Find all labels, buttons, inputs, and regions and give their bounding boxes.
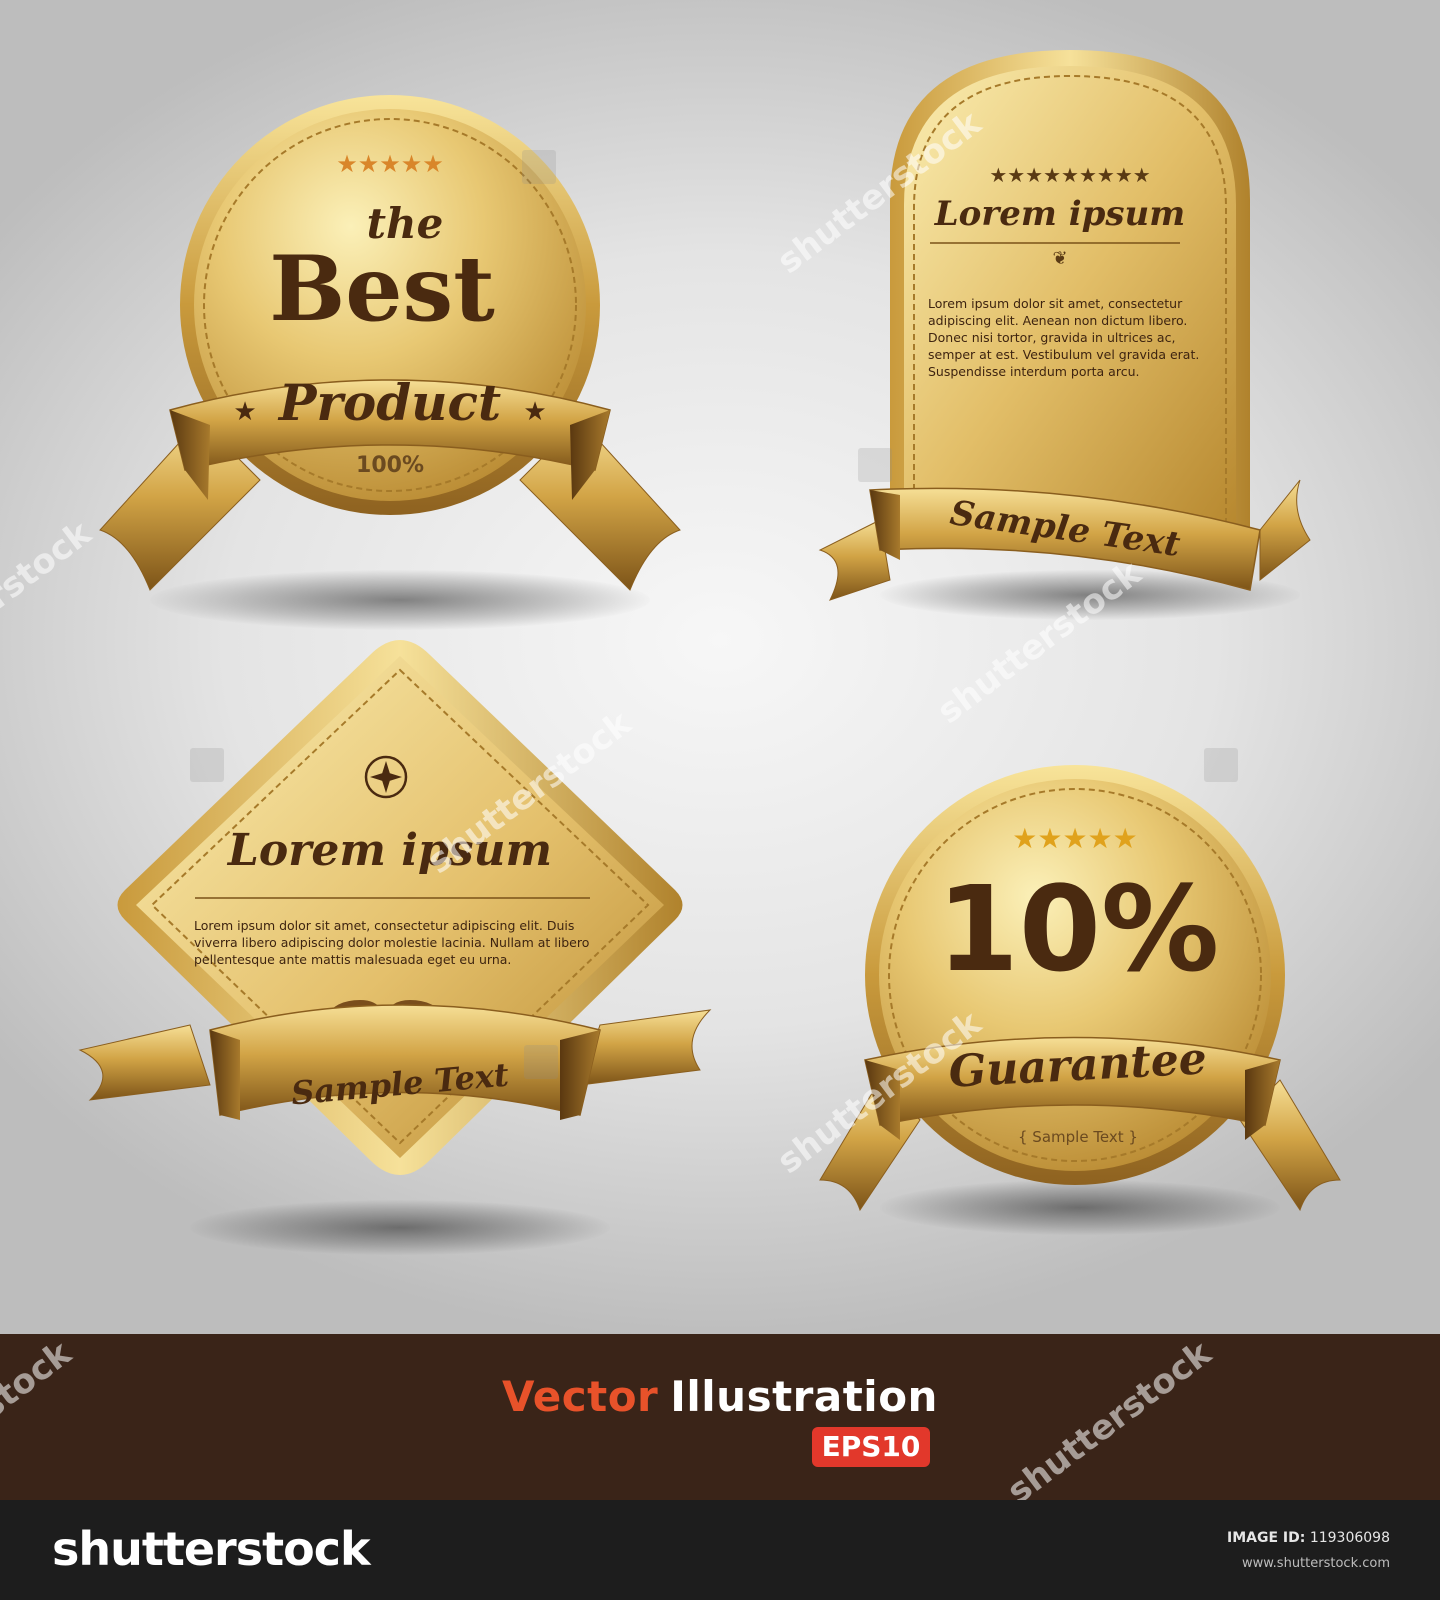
footer-title-word2: Illustration	[670, 1372, 938, 1421]
badge-diamond-body-1: Lorem ipsum dolor sit amet, consectetur …	[194, 918, 574, 933]
badge-guarantee-caption: { Sample Text }	[1018, 1128, 1138, 1146]
badge-arch-title: Lorem ipsum	[934, 194, 1185, 234]
badge-diamond-body-3: pellentesque ante mattis malesuada eget …	[194, 952, 511, 967]
badge-arch: ★★★★★★★★★ Lorem ipsum ❦ Lorem ipsum dolo…	[818, 50, 1311, 601]
badge-best: ★★★★★ the Best Product ★ ★ 100%	[99, 95, 681, 591]
watermark-icon	[190, 748, 224, 782]
badge-arch-body-1: Lorem ipsum dolor sit amet, consectetur	[928, 296, 1183, 311]
star-icon-left: ★	[233, 397, 256, 427]
stars-rating: ★★★★★★★★★	[989, 163, 1150, 187]
badge-diamond: Lorem ipsum Lorem ipsum dolor sit amet, …	[78, 640, 712, 1175]
ribbon-tail-right	[1259, 479, 1311, 582]
badge-arch-body-4: semper at est. Vestibulum vel gravida er…	[928, 347, 1199, 362]
image-id-value: 119306098	[1309, 1530, 1390, 1546]
badge-diamond-title: Lorem ipsum	[226, 825, 552, 876]
stars-rating: ★★★★★	[336, 150, 444, 178]
badge-guarantee: ★★★★★ 10% Guarantee { Sample Text }	[819, 765, 1341, 1212]
ribbon-label-product: Product	[277, 373, 501, 432]
badge-best-line2: Best	[269, 236, 495, 342]
stars-rating: ★★★★★	[1012, 822, 1138, 855]
ornament-icon: ❦	[1052, 248, 1067, 269]
watermark-icon	[1204, 748, 1238, 782]
badge-arch-body-3: Donec nisi tortor, gravida in ultrices a…	[928, 330, 1175, 345]
image-id-label: IMAGE ID:	[1227, 1530, 1306, 1546]
badge-best-percent: 100%	[356, 453, 424, 478]
badge-arch-body-2: adipiscing elit. Aenean non dictum liber…	[928, 313, 1187, 328]
badge-guarantee-big: 10%	[937, 860, 1219, 998]
footer-title-word1: Vector	[502, 1372, 659, 1421]
badge-diamond-body-2: viverra libero adipiscing dolor molestie…	[194, 935, 589, 950]
illustration-canvas: ★★★★★ the Best Product ★ ★ 100% ★★★★★★★★…	[0, 0, 1440, 1334]
badge-arch-body-5: Suspendisse interdum porta arcu.	[928, 364, 1139, 379]
footer-title: Vector Illustration	[0, 1372, 1440, 1421]
site-url: www.shutterstock.com	[1241, 1556, 1390, 1571]
brand-logo: shutterstock	[52, 1522, 371, 1576]
ribbon-tail-right	[579, 1009, 712, 1086]
image-id: IMAGE ID: 119306098	[1227, 1530, 1390, 1546]
watermark-icon	[522, 150, 556, 184]
star-icon-right: ★	[523, 397, 546, 427]
watermark-icon	[858, 448, 892, 482]
ribbon-tail-left	[78, 1024, 211, 1101]
eps-badge: EPS10	[812, 1427, 930, 1467]
watermark-icon	[524, 1045, 558, 1079]
